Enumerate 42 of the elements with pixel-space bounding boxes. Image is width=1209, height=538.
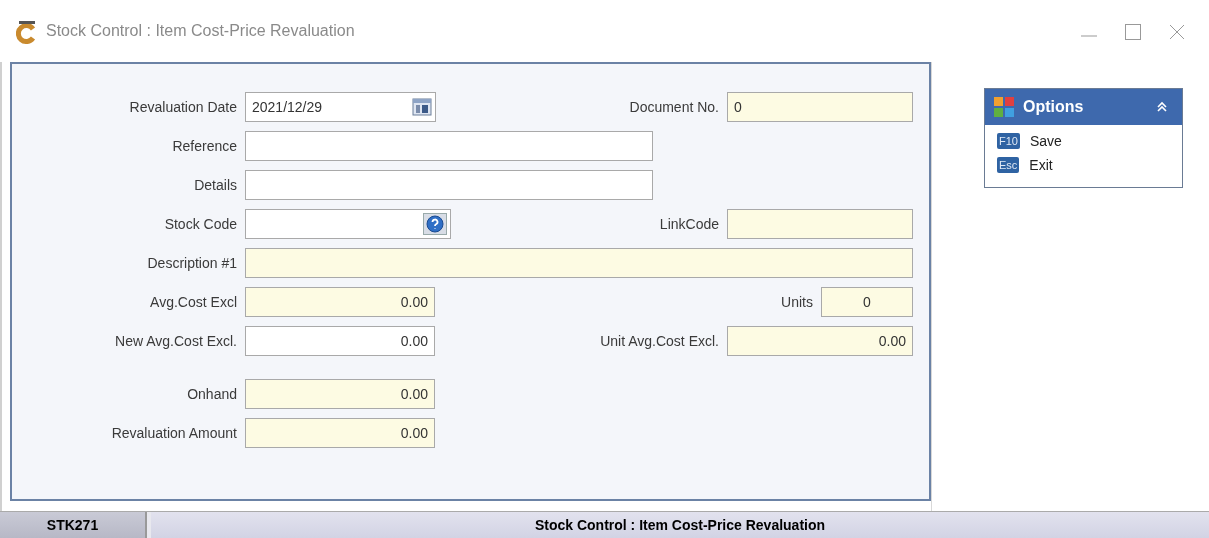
collapse-icon[interactable] [1156,101,1168,113]
field-label: Revaluation Amount [110,425,237,441]
option-link[interactable]: Save [1029,133,1062,149]
input-field[interactable] [245,248,913,278]
date-field[interactable]: 2021/12/29 [245,92,436,122]
field-label: Reference [171,138,237,154]
input-field[interactable]: 0 [727,92,913,122]
field-label: Document No. [629,99,719,115]
field-label: Revaluation Date [128,99,237,115]
input-field[interactable] [245,209,451,239]
field-label: Avg.Cost Excl [149,294,237,310]
field-label: Unit Avg.Cost Excl. [600,333,719,349]
input-field[interactable]: 0.00 [245,379,435,409]
field-label: Description #1 [146,255,237,271]
help-icon[interactable] [423,213,447,235]
options-title: Options [1023,98,1084,116]
input-field[interactable]: 0.00 [245,287,435,317]
input-field[interactable] [245,131,653,161]
field-label: Units [781,294,813,310]
field-label: Onhand [186,386,237,402]
input-field[interactable]: 0 [821,287,913,317]
input-field[interactable]: 0.00 [245,326,435,356]
field-label: Details [193,177,237,193]
form-code: STK271 [0,512,147,538]
option-link[interactable]: Exit [1029,157,1053,173]
app-logo-icon [16,20,38,44]
shortcut-key: F10 [997,133,1020,149]
field-label: New Avg.Cost Excl. [114,333,237,349]
input-field[interactable]: 0.00 [727,326,913,356]
input-field[interactable]: 0.00 [245,418,435,448]
maximize-icon[interactable] [1125,24,1141,40]
status-title: Stock Control : Item Cost-Price Revaluation [151,512,1209,538]
field-label: LinkCode [659,216,719,232]
shortcut-key: Esc [997,157,1020,173]
window-title: Stock Control : Item Cost-Price Revaluation [46,22,355,40]
calendar-icon[interactable] [412,98,432,116]
tiles-icon [993,96,1015,118]
field-label: Stock Code [163,216,237,232]
close-icon[interactable] [1169,24,1185,40]
options-header[interactable]: Options [985,89,1182,125]
input-field[interactable] [245,170,653,200]
input-field[interactable] [727,209,913,239]
